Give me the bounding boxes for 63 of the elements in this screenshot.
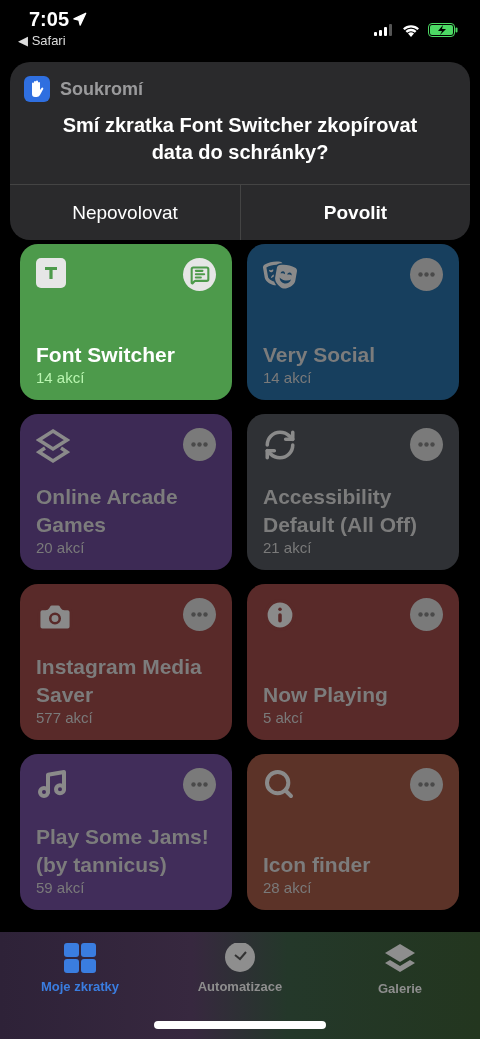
hand-icon — [24, 76, 50, 102]
allow-button[interactable]: Povolit — [240, 185, 470, 240]
more-button[interactable] — [410, 258, 443, 291]
battery-charging-icon — [428, 23, 458, 37]
more-button[interactable] — [183, 428, 216, 461]
location-icon — [72, 12, 88, 27]
theater-masks-icon — [263, 258, 297, 292]
shortcut-card[interactable]: Instagram Media Saver 577 akcí — [20, 584, 232, 740]
action-count: 21 akcí — [263, 539, 313, 556]
ellipsis-icon — [418, 782, 435, 787]
shortcut-title: Very Social — [263, 342, 377, 368]
action-count: 28 akcí — [263, 879, 313, 896]
ellipsis-icon — [191, 612, 208, 617]
shortcut-card[interactable]: Online Arcade Games 20 akcí — [20, 414, 232, 570]
shortcut-card[interactable]: Font Switcher 14 akcí — [20, 244, 232, 400]
ellipsis-icon — [418, 612, 435, 617]
alert-message: Smí zkratka Font Switcher zkopírovat data do schránky? — [61, 113, 419, 165]
shortcut-card[interactable]: Very Social 14 akcí — [247, 244, 459, 400]
shortcut-card[interactable]: Icon finder 28 akcí — [247, 754, 459, 910]
wifi-icon — [402, 23, 420, 37]
action-count: 59 akcí — [36, 879, 86, 896]
more-button[interactable] — [410, 768, 443, 801]
tab[interactable]: Moje zkratky — [0, 942, 160, 995]
more-button[interactable] — [410, 428, 443, 461]
tab[interactable]: Automatizace — [160, 942, 320, 995]
action-count: 14 akcí — [263, 369, 313, 386]
more-button[interactable] — [183, 768, 216, 801]
deny-button[interactable]: Nepovolovat — [10, 185, 240, 240]
music-note-icon — [36, 768, 68, 800]
alert-app-name: Soukromí — [60, 78, 143, 100]
layers-icon — [36, 428, 70, 464]
grid-icon — [64, 943, 96, 973]
refresh-icon — [263, 428, 297, 462]
action-count: 577 akcí — [36, 709, 94, 726]
shortcut-title: Instagram Media Saver — [36, 654, 203, 708]
clock-icon — [224, 943, 256, 973]
shortcut-card[interactable]: Play Some Jams! (by tannicus) 59 akcí — [20, 754, 232, 910]
shortcut-card[interactable]: Accessibility Default (All Off) 21 akcí — [247, 414, 459, 570]
ellipsis-icon — [191, 782, 208, 787]
shortcut-title: Play Some Jams! (by tannicus) — [36, 824, 210, 878]
signal-icon — [374, 24, 394, 36]
clock-time: 7:05 — [29, 8, 70, 31]
action-count: 14 akcí — [36, 369, 86, 386]
message-button[interactable] — [183, 258, 216, 291]
shortcut-card[interactable]: Now Playing 5 akcí — [247, 584, 459, 740]
back-to-app-link[interactable]: ◀ Safari — [18, 33, 88, 48]
layers-icon — [384, 943, 416, 975]
more-button[interactable] — [183, 598, 216, 631]
ellipsis-icon — [191, 442, 208, 447]
ellipsis-icon — [418, 442, 435, 447]
action-count: 20 akcí — [36, 539, 86, 556]
shortcut-title: Now Playing — [263, 682, 389, 708]
search-icon — [263, 768, 295, 800]
shortcut-title: Online Arcade Games — [36, 484, 179, 538]
shortcut-title: Accessibility Default (All Off) — [263, 484, 418, 538]
chat-bubble-icon — [189, 264, 210, 285]
more-button[interactable] — [410, 598, 443, 631]
ellipsis-icon — [418, 272, 435, 277]
action-count: 5 akcí — [263, 709, 305, 726]
tab[interactable]: Galerie — [320, 942, 480, 997]
shortcut-title: Font Switcher — [36, 342, 176, 368]
shortcut-title: Icon finder — [263, 852, 372, 878]
text-icon — [36, 258, 66, 288]
